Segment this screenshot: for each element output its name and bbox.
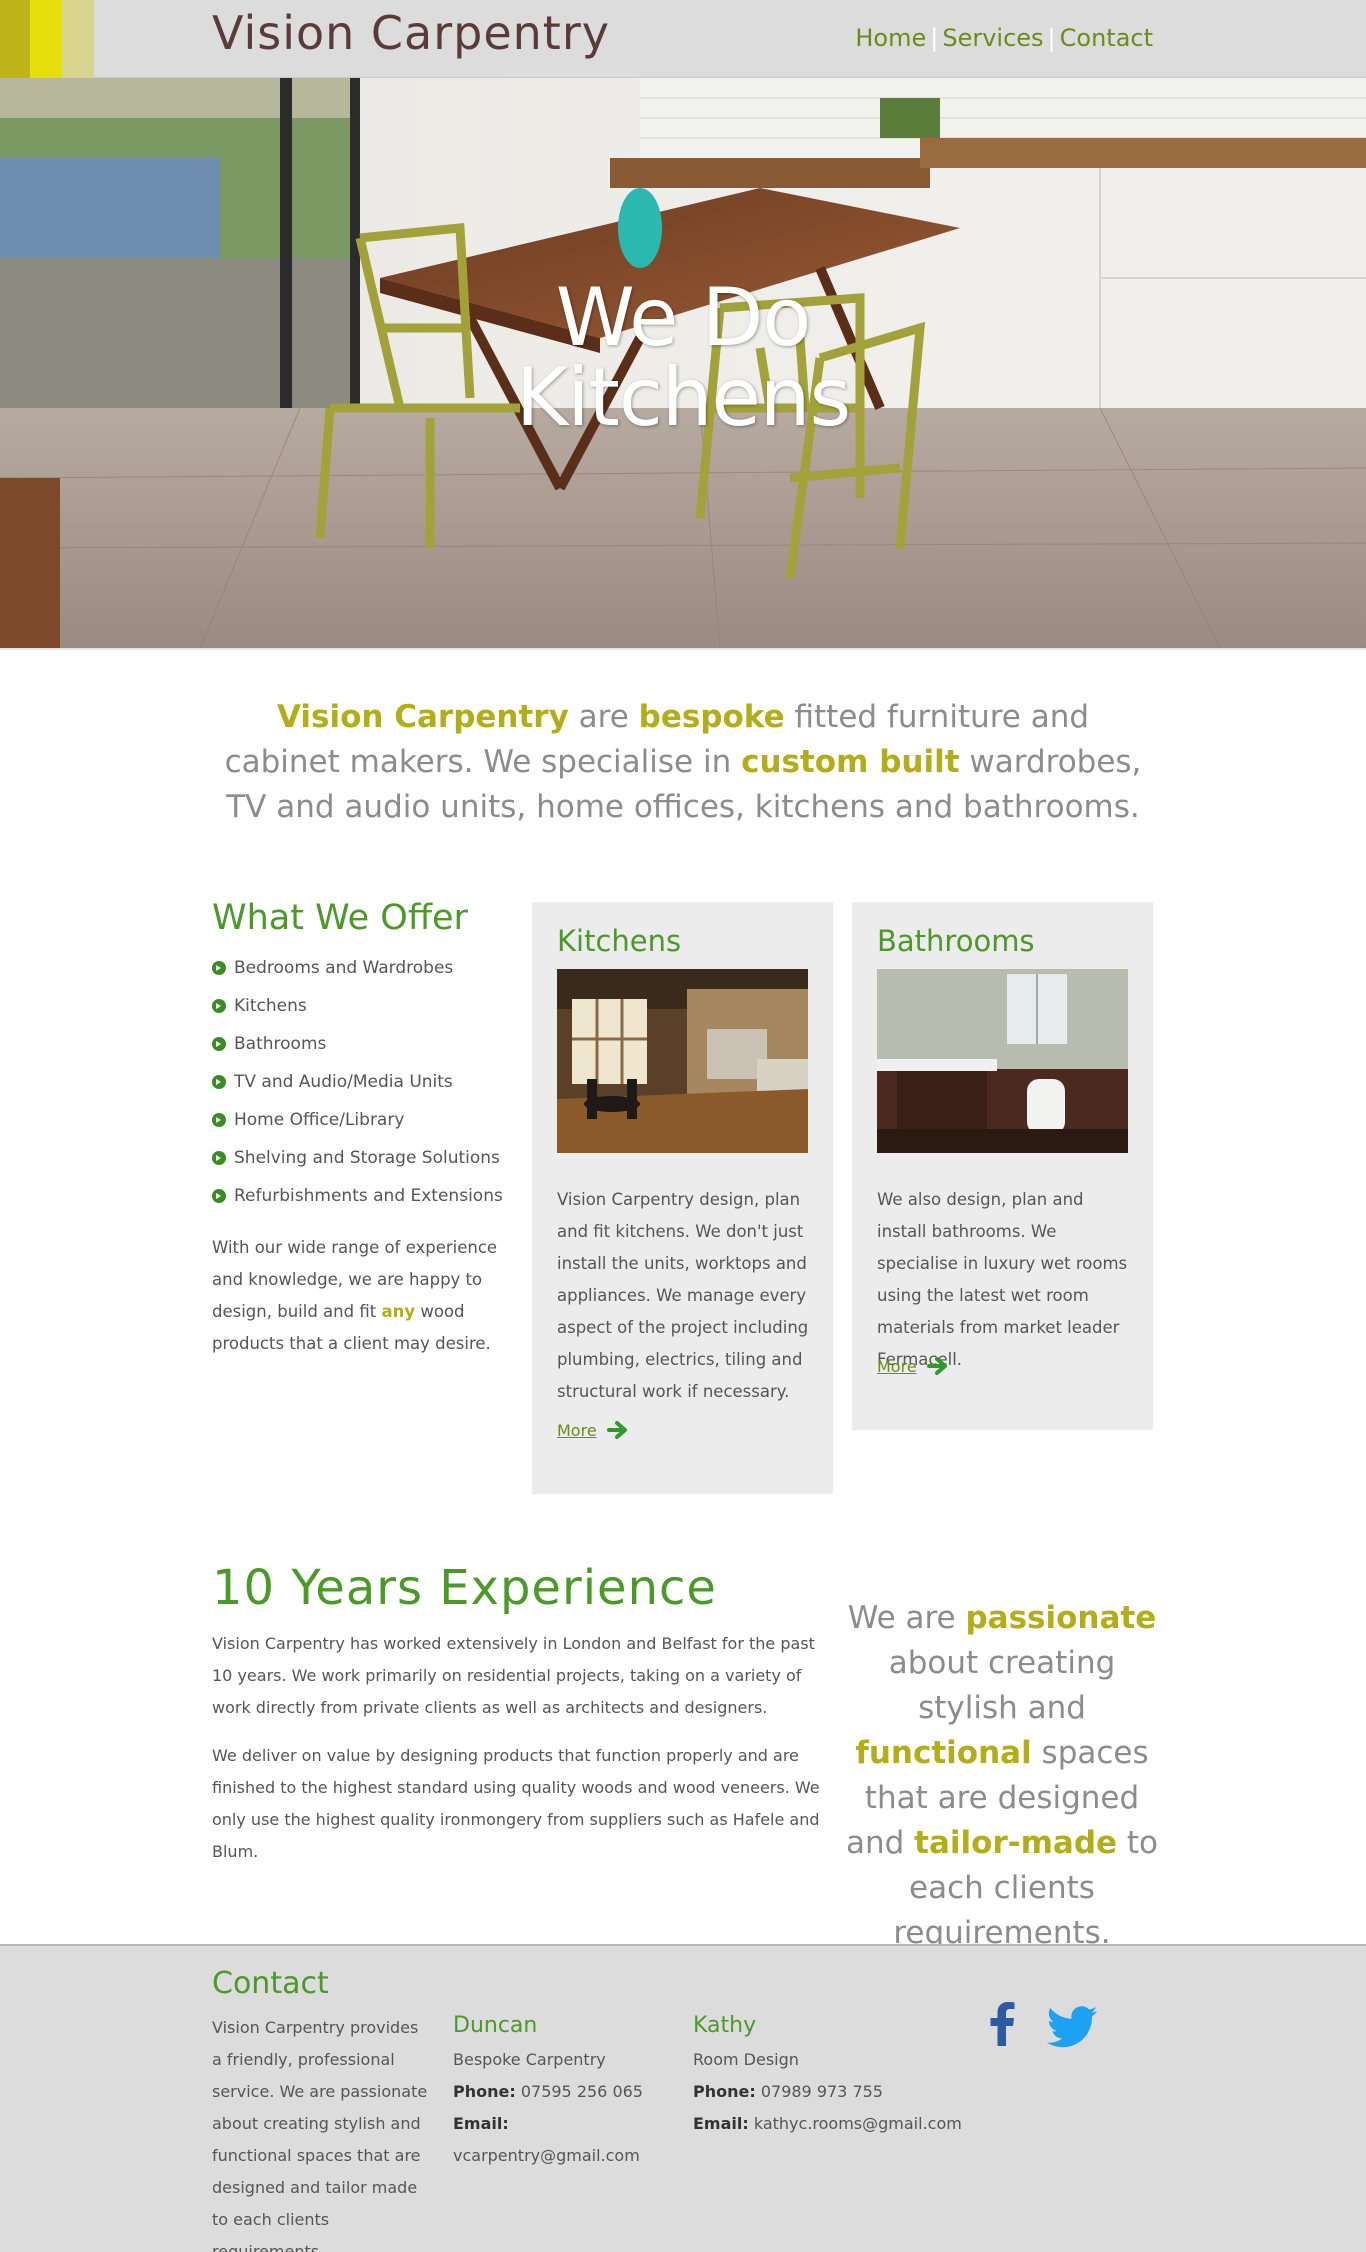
- quote-highlight: tailor-made: [914, 1825, 1118, 1861]
- experience-paragraph-1: Vision Carpentry has worked extensively …: [212, 1634, 815, 1717]
- hero-divider: [0, 648, 1366, 650]
- contact-name: Kathy: [693, 2013, 757, 2038]
- arrow-right-icon: [606, 1421, 627, 1439]
- passion-quote: We are passionate about creating stylish…: [842, 1596, 1162, 1956]
- intro-highlight-custom: custom built: [741, 744, 960, 780]
- list-item: Shelving and Storage Solutions: [212, 1145, 503, 1183]
- list-item: Bedrooms and Wardrobes: [212, 955, 503, 993]
- nav-services[interactable]: Services: [942, 24, 1043, 52]
- bullet-icon: [212, 1037, 226, 1051]
- nav-separator: |: [1047, 24, 1056, 52]
- kitchens-card-text: Vision Carpentry design, plan and fit ki…: [557, 1190, 809, 1401]
- logo-stripe-1: [0, 0, 30, 78]
- bullet-icon: [212, 1151, 226, 1165]
- site-logo[interactable]: Vision Carpentry: [212, 6, 610, 60]
- nav-contact[interactable]: Contact: [1060, 24, 1153, 52]
- bathrooms-more-link[interactable]: More: [877, 1356, 949, 1376]
- bullet-icon: [212, 1113, 226, 1127]
- more-label: More: [877, 1356, 917, 1376]
- footer-description: Vision Carpentry provides a friendly, pr…: [212, 2018, 428, 2252]
- intro-statement: Vision Carpentry are bespoke fitted furn…: [220, 695, 1146, 830]
- footer-contact-heading: Contact: [212, 1966, 329, 2001]
- bullet-icon: [212, 961, 226, 975]
- offer-desc-highlight: any: [381, 1302, 416, 1321]
- kitchens-more-link[interactable]: More: [557, 1420, 629, 1440]
- offer-item-label: TV and Audio/Media Units: [234, 1072, 453, 1092]
- hero-title: We Do Kitchens: [0, 278, 1366, 438]
- phone-number[interactable]: 07595 256 065: [516, 2082, 643, 2101]
- offer-list: Bedrooms and Wardrobes Kitchens Bathroom…: [212, 955, 503, 1221]
- contact-phone: Phone: 07989 973 755: [693, 2076, 993, 2108]
- offer-item-label: Home Office/Library: [234, 1110, 405, 1130]
- arrow-right-icon: [926, 1357, 947, 1375]
- hero-title-line1: We Do: [555, 271, 812, 364]
- offer-item-label: Refurbishments and Extensions: [234, 1186, 503, 1206]
- offer-description: With our wide range of experience and kn…: [212, 1232, 512, 1360]
- quote-highlight: passionate: [965, 1600, 1157, 1636]
- email-label: Email:: [453, 2114, 509, 2133]
- bullet-icon: [212, 999, 226, 1013]
- list-item: Bathrooms: [212, 1031, 503, 1069]
- contact-email: Email: kathyc.rooms@gmail.com: [693, 2108, 993, 2140]
- list-item: Kitchens: [212, 993, 503, 1031]
- twitter-icon[interactable]: [1046, 2006, 1098, 2052]
- contact-name: Duncan: [453, 2013, 538, 2038]
- site-header: Vision Carpentry Home | Services | Contact: [0, 0, 1366, 78]
- kitchens-card-title: Kitchens: [557, 924, 682, 958]
- quote-text: about creating stylish and: [888, 1645, 1116, 1726]
- contact-phone: Phone: 07595 256 065: [453, 2076, 683, 2108]
- bullet-icon: [212, 1189, 226, 1203]
- bathrooms-photo: [877, 969, 1128, 1153]
- experience-heading: 10 Years Experience: [212, 1560, 717, 1616]
- email-address[interactable]: kathyc.rooms@gmail.com: [749, 2114, 962, 2133]
- list-item: Home Office/Library: [212, 1107, 503, 1145]
- bullet-icon: [212, 1075, 226, 1089]
- contact-email[interactable]: vcarpentry@gmail.com: [453, 2140, 683, 2172]
- list-item: TV and Audio/Media Units: [212, 1069, 503, 1107]
- kitchens-card: Kitchens Vision Carpentry design, plan a…: [532, 902, 833, 1494]
- contact-kathy: Kathy Room Design Phone: 07989 973 755 E…: [693, 2012, 993, 2140]
- nav-home[interactable]: Home: [855, 24, 926, 52]
- phone-number[interactable]: 07989 973 755: [756, 2082, 883, 2101]
- bathrooms-card-title: Bathrooms: [877, 924, 1035, 958]
- list-item: Refurbishments and Extensions: [212, 1183, 503, 1221]
- quote-highlight: functional: [855, 1735, 1032, 1771]
- logo-stripe-2: [30, 0, 62, 78]
- offer-item-label: Bathrooms: [234, 1034, 327, 1054]
- contact-duncan: Duncan Bespoke Carpentry Phone: 07595 25…: [453, 2012, 683, 2172]
- quote-text: We are: [847, 1600, 966, 1636]
- offer-item-label: Kitchens: [234, 996, 307, 1016]
- more-label: More: [557, 1420, 597, 1440]
- facebook-icon[interactable]: [988, 2002, 1016, 2050]
- site-footer: Contact Vision Carpentry provides a frie…: [0, 1944, 1366, 2252]
- offer-item-label: Bedrooms and Wardrobes: [234, 958, 454, 978]
- nav-separator: |: [930, 24, 939, 52]
- offer-item-label: Shelving and Storage Solutions: [234, 1148, 500, 1168]
- main-nav: Home | Services | Contact: [855, 24, 1153, 52]
- kitchens-photo: [557, 969, 808, 1153]
- hero-title-line2: Kitchens: [515, 351, 851, 444]
- intro-brand: Vision Carpentry: [276, 699, 569, 735]
- intro-highlight-bespoke: bespoke: [638, 699, 785, 735]
- phone-label: Phone:: [453, 2082, 516, 2101]
- intro-text: are: [568, 699, 639, 735]
- contact-role: Bespoke Carpentry: [453, 2050, 606, 2069]
- experience-paragraph-2: We deliver on value by designing product…: [212, 1746, 820, 1861]
- bathrooms-card-text: We also design, plan and install bathroo…: [877, 1190, 1128, 1369]
- hero-banner: We Do Kitchens: [0, 78, 1366, 648]
- contact-role: Room Design: [693, 2050, 799, 2069]
- bathrooms-card: Bathrooms We also design, plan and insta…: [852, 902, 1153, 1430]
- email-label: Email:: [693, 2114, 749, 2133]
- phone-label: Phone:: [693, 2082, 756, 2101]
- contact-email-label: Email:: [453, 2108, 683, 2140]
- offer-heading: What We Offer: [212, 898, 468, 938]
- logo-stripe-3: [62, 0, 94, 78]
